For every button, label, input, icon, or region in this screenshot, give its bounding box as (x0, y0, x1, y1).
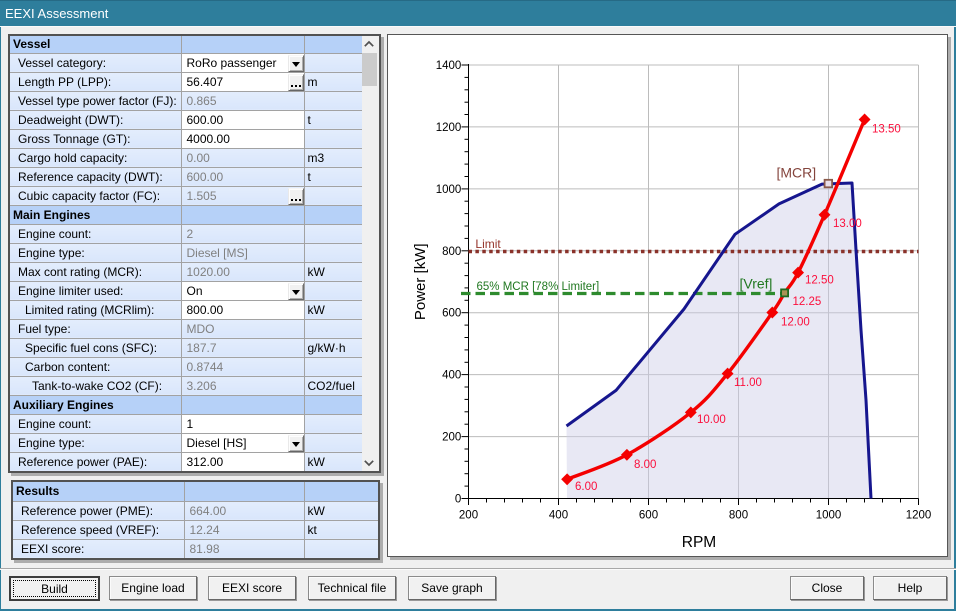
svg-text:13.00: 13.00 (833, 218, 862, 230)
svg-text:200: 200 (442, 432, 461, 444)
svg-text:1000: 1000 (816, 510, 842, 522)
svg-text:[MCR]: [MCR] (777, 165, 817, 181)
svg-text:1400: 1400 (436, 60, 462, 72)
svg-text:RPM: RPM (682, 534, 716, 551)
svg-text:200: 200 (459, 510, 478, 522)
svg-text:10.00: 10.00 (697, 414, 726, 426)
svg-text:65% MCR [78% Limiter]: 65% MCR [78% Limiter] (477, 281, 600, 293)
svg-text:12.00: 12.00 (781, 317, 810, 329)
svg-text:Power [kW]: Power [kW] (412, 243, 429, 320)
svg-text:11.00: 11.00 (734, 377, 762, 389)
svg-text:8.00: 8.00 (634, 459, 656, 471)
svg-text:1200: 1200 (906, 510, 932, 522)
svg-text:1000: 1000 (436, 184, 462, 196)
svg-text:400: 400 (549, 510, 568, 522)
svg-text:12.50: 12.50 (805, 275, 834, 287)
svg-text:1200: 1200 (436, 122, 462, 134)
svg-text:6.00: 6.00 (575, 481, 597, 493)
svg-text:Limit: Limit (475, 237, 501, 251)
svg-text:[Vref]: [Vref] (740, 276, 773, 292)
svg-text:600: 600 (442, 308, 461, 320)
svg-text:0: 0 (455, 494, 461, 506)
svg-text:600: 600 (639, 510, 658, 522)
svg-text:400: 400 (442, 370, 461, 382)
svg-text:12.25: 12.25 (793, 296, 822, 308)
svg-text:800: 800 (442, 246, 461, 258)
svg-text:13.50: 13.50 (872, 124, 901, 136)
svg-text:800: 800 (729, 510, 748, 522)
